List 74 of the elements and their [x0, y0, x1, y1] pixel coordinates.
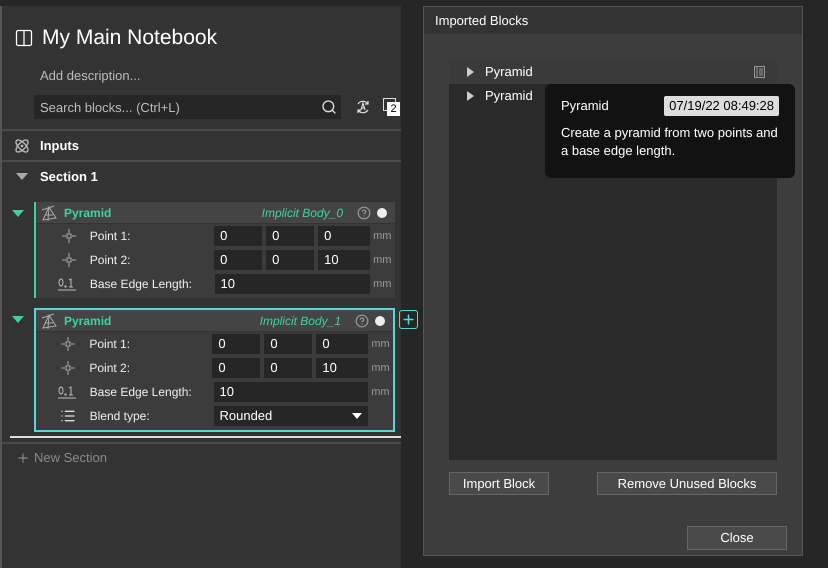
value-field[interactable]: 10 — [316, 358, 368, 378]
inputs-icon — [14, 138, 30, 154]
unit-label: mm — [373, 252, 392, 268]
param-label: Point 2: — [89, 360, 132, 377]
param-label: Point 2: — [90, 252, 132, 269]
help-icon[interactable] — [357, 206, 371, 220]
unit-label: mm — [371, 384, 391, 400]
point-icon — [62, 229, 76, 243]
date-badge: 07/19/22 08:49:28 — [664, 96, 779, 116]
dialog-button[interactable]: Import Block — [449, 472, 549, 495]
value-field[interactable]: 10 — [318, 250, 370, 270]
param-label: Base Edge Length: — [90, 276, 193, 293]
unit-label: mm — [373, 228, 392, 244]
section-caret-icon[interactable] — [16, 172, 28, 182]
section-title[interactable]: Section 1 — [40, 167, 98, 187]
pyramid-icon — [40, 312, 58, 330]
decimal-icon — [58, 277, 76, 291]
value-field[interactable]: 0 — [318, 226, 370, 246]
document-icon[interactable] — [754, 66, 765, 78]
unit-label: mm — [371, 360, 391, 376]
block-card[interactable]: Pyramid Implicit Body_1 Point 1: 0 0 0 mm Point 2: 0 0 10 mm Base Edge Length: 10 mm Blend type: Rounded — [34, 308, 395, 432]
point-icon — [62, 253, 76, 267]
param-label: Base Edge Length: — [90, 384, 193, 401]
list-item[interactable]: Pyramid — [449, 60, 777, 84]
add-block-button[interactable] — [399, 310, 418, 329]
value-field[interactable]: 0 — [214, 250, 262, 270]
value-field[interactable]: 10 — [214, 382, 368, 402]
value-field[interactable]: 0 — [212, 334, 260, 354]
value-field[interactable]: 0 — [316, 334, 368, 354]
point-icon — [61, 361, 76, 375]
new-section-button[interactable]: New Section — [34, 448, 107, 468]
unit-label: mm — [373, 276, 392, 292]
refresh-icon[interactable] — [355, 99, 371, 115]
body-name: Implicit Body_1 — [260, 312, 341, 330]
param-label: Blend type: — [90, 408, 151, 425]
help-icon[interactable] — [355, 314, 369, 328]
value-field[interactable]: 0 — [266, 250, 314, 270]
value-field[interactable]: 0 — [264, 334, 312, 354]
value-field[interactable]: 0 — [214, 226, 262, 246]
blend-dropdown[interactable]: Rounded — [214, 406, 368, 426]
block-title: Pyramid — [64, 204, 112, 222]
block-card[interactable]: Pyramid Implicit Body_0 Point 1: 0 0 0 mm Point 2: 0 0 10 mm Base Edge Length: 10 mm — [34, 202, 395, 298]
item-label: Pyramid — [485, 87, 533, 106]
param-label: Point 1: — [90, 228, 132, 245]
search-icon[interactable] — [321, 99, 337, 115]
body-name: Implicit Body_0 — [262, 204, 343, 222]
close-button[interactable]: Close — [687, 526, 787, 550]
tooltip-title: Pyramid — [561, 97, 609, 115]
plus-icon — [16, 451, 30, 465]
dialog-title: Imported Blocks — [435, 12, 528, 30]
value-field[interactable]: 0 — [212, 358, 260, 378]
plus-icon — [401, 312, 416, 327]
dialog-button[interactable]: Remove Unused Blocks — [597, 472, 777, 495]
block-title: Pyramid — [64, 312, 112, 330]
pyramid-icon — [40, 204, 58, 222]
search-field[interactable]: Search blocks... (Ctrl+L) — [34, 95, 341, 119]
description-field[interactable]: Add description... — [40, 66, 290, 85]
inputs-label[interactable]: Inputs — [40, 136, 79, 156]
count-badge[interactable]: 2 — [387, 102, 400, 116]
tooltip-description: Create a pyramid from two points and a base edge length. — [561, 124, 779, 160]
caret-icon — [352, 413, 362, 419]
panel-toggle-icon[interactable] — [14, 28, 34, 48]
item-label: Pyramid — [485, 63, 533, 82]
value-field[interactable]: 0 — [264, 358, 312, 378]
value-field[interactable]: 0 — [266, 226, 314, 246]
collapse-caret-icon[interactable] — [12, 209, 24, 219]
collapse-caret-icon[interactable] — [12, 315, 24, 325]
decimal-icon — [58, 385, 76, 399]
value-field[interactable]: 10 — [214, 274, 370, 294]
point-icon — [61, 337, 76, 351]
param-label: Point 1: — [89, 336, 132, 353]
list-icon — [60, 408, 76, 424]
notebook-title: My Main Notebook — [42, 25, 218, 51]
unit-label: mm — [371, 336, 391, 352]
